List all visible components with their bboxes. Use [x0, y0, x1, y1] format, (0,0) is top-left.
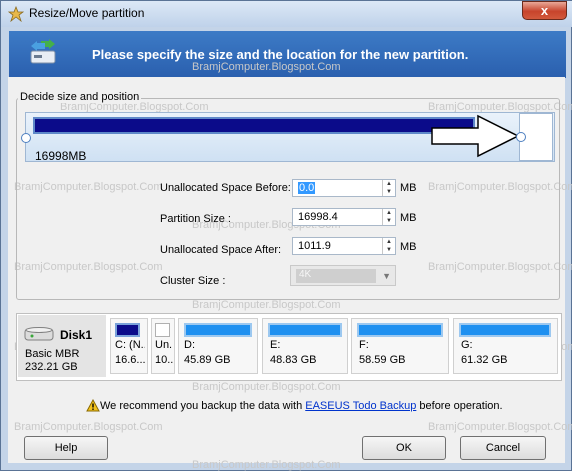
watermark: BramjComputer.Blogspot.Com: [428, 421, 572, 433]
disk-name: Disk1: [60, 328, 93, 342]
partition-size: 61.32 GB: [461, 354, 508, 366]
spin-arrows-icon[interactable]: ▲ ▼: [382, 238, 395, 254]
app-icon: [8, 6, 24, 22]
partition-bar-g: [459, 323, 551, 337]
cluster-size-label: Cluster Size :: [160, 275, 226, 287]
spin-arrows-icon[interactable]: ▲ ▼: [382, 180, 395, 196]
unallocated-before-label: Unallocated Space Before:: [160, 182, 291, 194]
hard-disk-icon: [24, 327, 54, 341]
backup-warning: We recommend you backup the data with EA…: [100, 400, 503, 412]
spin-arrows-icon[interactable]: ▲ ▼: [382, 209, 395, 225]
easeus-todo-backup-link[interactable]: EASEUS Todo Backup: [305, 400, 416, 412]
watermark: BramjComputer.Blogspot.Com: [192, 459, 341, 471]
partition-label: Un...: [155, 339, 173, 351]
cancel-button[interactable]: Cancel: [460, 436, 546, 460]
watermark: BramjComputer.Blogspot.Com: [192, 381, 341, 393]
disk-size: 232.21 GB: [25, 361, 78, 373]
unallocated-before-value: 0.0: [298, 182, 316, 194]
chevron-down-icon: ▼: [382, 271, 391, 281]
ok-button[interactable]: OK: [362, 436, 446, 460]
partition-label: F:: [359, 339, 369, 351]
partition-bar-unallocated: [155, 323, 170, 337]
partition-size: 16.6...: [115, 354, 145, 366]
partition-icon: [30, 39, 56, 64]
partition-bar-c: [115, 323, 140, 337]
partition-bar-d: [184, 323, 252, 337]
warning-icon: [86, 399, 100, 412]
unit-label: MB: [400, 182, 417, 194]
partition-size: 48.83 GB: [270, 354, 317, 366]
partition-size-value: 16998.4: [298, 211, 338, 223]
partition-label: E:: [270, 339, 281, 351]
unallocated-after-label: Unallocated Space After:: [160, 244, 282, 256]
close-button[interactable]: x: [522, 1, 567, 20]
help-button[interactable]: Help: [24, 436, 108, 460]
warning-suffix: before operation.: [416, 400, 503, 412]
unit-label: MB: [400, 241, 417, 253]
title-bar[interactable]: Resize/Move partition x: [1, 1, 572, 27]
watermark: BramjComputer.Blogspot.Com: [192, 299, 341, 311]
unit-label: MB: [400, 212, 417, 224]
header-text: Please specify the size and the location…: [92, 47, 469, 62]
partition-label: C: (N...: [115, 339, 145, 351]
partition-bar-f: [357, 323, 443, 337]
unallocated-before-input[interactable]: 0.0 ▲ ▼: [292, 179, 396, 197]
cluster-size-value: 4K: [296, 269, 376, 283]
partition-size-caption: 16998MB: [35, 149, 87, 163]
watermark: BramjComputer.Blogspot.Com: [192, 61, 341, 73]
arrow-annotation-icon: [431, 114, 520, 158]
partition-size-input[interactable]: 16998.4 ▲ ▼: [292, 208, 396, 226]
window-title: Resize/Move partition: [29, 6, 145, 20]
partition-size: 10...: [155, 354, 173, 366]
warning-prefix: We recommend you backup the data with: [100, 400, 306, 412]
disk-type: Basic MBR: [25, 348, 80, 360]
partition-label: G:: [461, 339, 473, 351]
unallocated-after-input[interactable]: 1011.9 ▲ ▼: [292, 237, 396, 255]
partition-size-label: Partition Size :: [160, 213, 231, 225]
unallocated-after-value: 1011.9: [298, 240, 331, 252]
partition-bar-e: [268, 323, 342, 337]
watermark: BramjComputer.Blogspot.Com: [14, 421, 163, 433]
group-label: Decide size and position: [18, 91, 142, 103]
partition-size: 58.59 GB: [359, 354, 406, 366]
right-resize-handle[interactable]: [516, 132, 526, 142]
partition-bar[interactable]: [33, 117, 475, 134]
cluster-size-select[interactable]: 4K ▼: [290, 265, 396, 286]
partition-label: D:: [184, 339, 195, 351]
partition-size: 45.89 GB: [184, 354, 231, 366]
left-resize-handle[interactable]: [21, 133, 31, 143]
